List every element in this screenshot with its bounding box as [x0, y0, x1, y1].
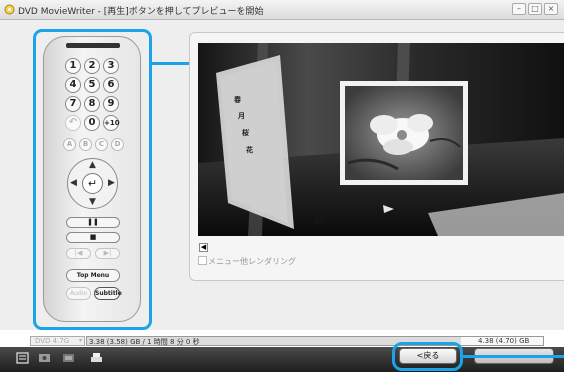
- remote-key-7[interactable]: 7: [65, 96, 81, 112]
- remote-color-c[interactable]: C: [95, 138, 108, 151]
- remote-key-1[interactable]: 1: [65, 58, 81, 74]
- dpad-right-icon[interactable]: ▶: [108, 178, 115, 188]
- menu-item-text-4[interactable]: 花: [246, 145, 253, 155]
- remote-next-button[interactable]: ▶|: [95, 248, 120, 259]
- remote-color-d[interactable]: D: [111, 138, 124, 151]
- top-menu-button[interactable]: Top Menu: [66, 269, 120, 282]
- remote-undo-key[interactable]: ↶: [65, 115, 81, 131]
- remote-stop-button[interactable]: ■: [66, 232, 120, 243]
- window-title: DVD MovieWriter - [再生]ボタンを押してプレビューを開始: [18, 7, 264, 17]
- back-button[interactable]: <戻る: [399, 348, 457, 364]
- menu-item-text-1[interactable]: 春: [234, 95, 241, 105]
- remote-ir-window: [66, 43, 120, 48]
- subtitle-button[interactable]: Subtitle: [94, 287, 122, 300]
- remote-pause-button[interactable]: ❚❚: [66, 217, 120, 228]
- dpad-up-icon[interactable]: ▲: [89, 160, 96, 170]
- remote-key-6[interactable]: 6: [103, 77, 119, 93]
- disc-type-value: DVD 4.7G: [35, 337, 70, 345]
- remote-dpad: ▲ ▼ ◀ ▶ ↵: [67, 158, 118, 209]
- preview-video[interactable]: 春 月 桜 花 1/1: [198, 43, 564, 236]
- menu-page-number: 1/1: [314, 218, 324, 225]
- remote-key-2[interactable]: 2: [84, 58, 100, 74]
- remote-control: 1 2 3 4 5 6 7 8 9 ↶ 0 +10 A B C D ▲ ▼ ◀ …: [43, 36, 141, 322]
- remote-color-a[interactable]: A: [63, 138, 76, 151]
- menu-item-text-3[interactable]: 桜: [242, 128, 249, 138]
- disc-type-select[interactable]: DVD 4.7G ▾: [30, 336, 85, 346]
- remote-key-4[interactable]: 4: [65, 77, 81, 93]
- maximize-button[interactable]: □: [528, 3, 542, 15]
- remote-key-plus10[interactable]: +10: [103, 115, 120, 131]
- remote-key-5[interactable]: 5: [84, 77, 100, 93]
- dpad-left-icon[interactable]: ◀: [70, 178, 77, 188]
- audio-button[interactable]: Audio: [66, 287, 91, 300]
- preview-menu-scene: [198, 43, 564, 236]
- remote-key-8[interactable]: 8: [84, 96, 100, 112]
- setup-icon[interactable]: [38, 352, 51, 364]
- dpad-down-icon[interactable]: ▼: [89, 197, 96, 207]
- menu-item-text-2[interactable]: 月: [238, 111, 245, 121]
- menu-render-label: メニュー他レンダリング: [208, 257, 296, 266]
- remote-key-9[interactable]: 9: [103, 96, 119, 112]
- remote-key-3[interactable]: 3: [103, 58, 119, 74]
- disc-info-icon[interactable]: [62, 352, 75, 364]
- callout-line-back: [463, 355, 564, 358]
- window-controls: – □ ×: [512, 3, 558, 15]
- remote-color-b[interactable]: B: [79, 138, 92, 151]
- minimize-button[interactable]: –: [512, 3, 526, 15]
- used-capacity-text: 3.38 (3.58) GB / 1 時間 8 分 0 秒: [89, 338, 200, 346]
- speaker-icon[interactable]: ◀: [199, 243, 208, 252]
- chevron-down-icon: ▾: [78, 337, 82, 344]
- burn-icon[interactable]: [16, 352, 29, 364]
- remote-prev-button[interactable]: |◀: [66, 248, 91, 259]
- remote-key-0[interactable]: 0: [84, 115, 100, 131]
- close-button[interactable]: ×: [544, 3, 558, 15]
- printer-icon[interactable]: [90, 352, 103, 364]
- title-bar: DVD MovieWriter - [再生]ボタンを押してプレビューを開始 – …: [0, 0, 564, 20]
- total-capacity-text: 4.38 (4.70) GB: [478, 337, 530, 345]
- menu-render-checkbox[interactable]: [198, 256, 207, 265]
- enter-icon[interactable]: ↵: [82, 173, 103, 194]
- app-icon: [4, 4, 15, 15]
